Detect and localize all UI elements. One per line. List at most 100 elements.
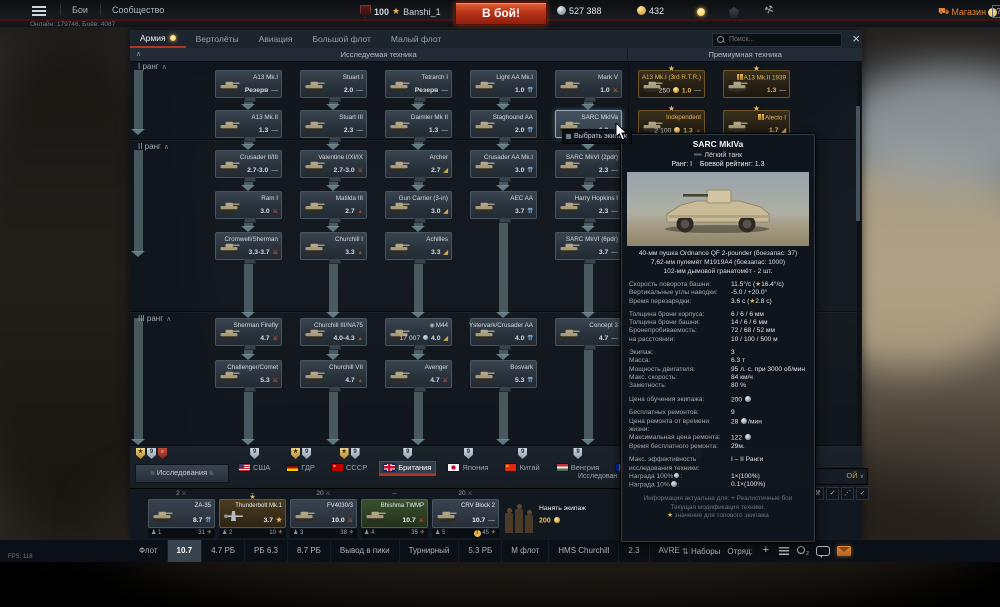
vehicle-cell-aec-aa[interactable]: AEC AA3.7 ⇈ xyxy=(470,191,537,219)
search-input[interactable] xyxy=(727,35,837,44)
vehicle-cell-daimler-mk-ii[interactable]: Daimler Mk II1.3 — xyxy=(385,110,452,138)
slot-vehicle[interactable]: ZA-358.7 ⇈ xyxy=(148,499,215,528)
close-icon[interactable]: × xyxy=(852,31,860,46)
nation-tab-ussr[interactable]: ★9СССР xyxy=(327,446,372,489)
crew-slot-5[interactable]: 20 ⚔CRV Block 210.7 —♟ 5! 45 ⚜ xyxy=(432,489,499,539)
collapse-chevron-icon[interactable]: ∧ xyxy=(166,316,171,323)
collapse-chevron-icon[interactable]: ∧ xyxy=(136,48,141,61)
nation-tab-uk[interactable]: 9Британия xyxy=(379,446,436,489)
menu-item-battles[interactable]: Бои xyxy=(72,5,88,15)
help-button[interactable]: ? xyxy=(992,5,1000,18)
player-info[interactable]: 100 ★ Banshi_1 xyxy=(360,5,441,18)
slot-vehicle[interactable]: Thunderbolt Mk.13.7 ★ xyxy=(219,499,286,528)
crew-slot-2[interactable]: –★Thunderbolt Mk.13.7 ★♟ 210 ⚜ xyxy=(219,489,286,539)
vehicle-cell-m44[interactable]: ◉M4417 007 4.0 ◢ xyxy=(385,318,452,346)
contacts-icon[interactable] xyxy=(796,546,809,556)
nation-tab-usa[interactable]: 9США xyxy=(234,446,275,489)
vehicle-cell-churchill-iii-na75[interactable]: Churchill III/NA754.0-4.3 ▲ xyxy=(300,318,367,346)
preset-4[interactable]: РБ 6.3 xyxy=(245,540,288,562)
vehicle-cell-ystervark-crusader-aa[interactable]: Ystervark/Crusader AA4.0 ⇈ xyxy=(470,318,537,346)
vehicle-cell-valentine-i-xi-ix[interactable]: Valentine I/XI/IX2.7-3.0 ⚔ xyxy=(300,150,367,178)
vehicle-cell-churchill-i[interactable]: Churchill I3.3 ▲ xyxy=(300,232,367,260)
slot-vehicle[interactable]: FV4030/310.0 ⚔ xyxy=(290,499,357,528)
squad-add-button[interactable]: + xyxy=(760,545,772,557)
preset-2[interactable]: 10.7 xyxy=(168,540,203,562)
collapse-chevron-icon[interactable]: ∧ xyxy=(162,64,167,71)
tab-Малый флот[interactable]: Малый флот xyxy=(381,30,451,48)
tab-Авиация[interactable]: Авиация xyxy=(249,30,303,48)
tab-Вертолёты[interactable]: Вертолёты xyxy=(186,30,249,48)
vehicle-cell-bosvark[interactable]: Bosvark5.3 ⇈ xyxy=(470,360,537,388)
vehicle-cell-sarc-mkvi-2pdr-[interactable]: SARC MkVI (2pdr)2.3 — xyxy=(555,150,622,178)
silver-lions-balance[interactable]: 527 388 xyxy=(557,6,602,16)
vehicle-cell-a13-mk-ii[interactable]: A13 Mk.II1.3 — xyxy=(215,110,282,138)
achievement-icon[interactable] xyxy=(729,7,739,18)
to-battle-button[interactable]: В бой! xyxy=(455,2,547,25)
vehicle-cell-gun-carrier-3-in-[interactable]: Gun Carrier (3-in)3.0 ◢ xyxy=(385,191,452,219)
vehicle-cell-a13-mk-i[interactable]: A13 Mk.IРезерв — xyxy=(215,70,282,98)
game-mode-dropdown[interactable]: ОЙ∨ xyxy=(810,468,868,485)
shop-button[interactable]: ⛟ Магазин ! xyxy=(938,6,997,18)
vehicle-cell-harry-hopkins-i[interactable]: Harry Hopkins I2.3 — xyxy=(555,191,622,219)
wrench-icon[interactable]: ⚒ xyxy=(763,4,775,17)
vehicle-cell-churchill-vii[interactable]: Churchill VII4.7 ▲ xyxy=(300,360,367,388)
vehicle-cell-archer[interactable]: Archer2.7 ◢ xyxy=(385,150,452,178)
vehicle-cell-avenger[interactable]: Avenger4.7 ⚔ xyxy=(385,360,452,388)
vehicle-cell-matilda-iii[interactable]: Matilda III2.7 ▲ xyxy=(300,191,367,219)
vehicle-cell-achilles[interactable]: Achilles3.3 ◢ xyxy=(385,232,452,260)
research-view-button[interactable]: ≋ Исследования ≋ xyxy=(135,464,229,483)
auto-repair-check[interactable]: ✓ xyxy=(826,487,839,500)
vehicle-cell-cromwell-sherman[interactable]: Cromwell/Sherman3.3-3.7 ⚔ xyxy=(215,232,282,260)
scrollbar-track[interactable] xyxy=(857,61,861,445)
preset-1[interactable]: Флот xyxy=(130,540,168,562)
scrollbar-thumb[interactable] xyxy=(856,106,860,221)
hire-crew-button[interactable]: Нанять экипаж 200 xyxy=(503,497,613,537)
auto-ammo-icon[interactable]: ⋰ xyxy=(841,487,854,500)
crew-slot-4[interactable]: –Bhishma TWMP10.7 ⚔♟ 435 ⚜ xyxy=(361,489,428,539)
vehicle-cell-sherman-firefly[interactable]: Sherman Firefly4.7 ⚔ xyxy=(215,318,282,346)
nation-tab-japan[interactable]: 9Япония xyxy=(443,446,493,489)
auto-ammo-check[interactable]: ✓ xyxy=(856,487,869,500)
tab-Армия[interactable]: Армия xyxy=(130,30,186,48)
vehicle-cell-staghound-aa[interactable]: Staghound AA2.0 ⇈ xyxy=(470,110,537,138)
vehicle-cell-ram-i[interactable]: Ram I3.0 ⚔ xyxy=(215,191,282,219)
vehicle-cell-sarc-mkvi-6pdr-[interactable]: SARC MkVI (6pdr)3.7 — xyxy=(555,232,622,260)
hint-bulb-icon[interactable] xyxy=(697,8,705,16)
vehicle-cell-crusader-ii-iii[interactable]: Crusader II/III2.7-3.0 — xyxy=(215,150,282,178)
vehicle-cell-crusader-aa-mk-i[interactable]: Crusader AA Mk.I3.0 ⇈ xyxy=(470,150,537,178)
vehicle-cell-a13-mk-i-3rd-r-t-r-[interactable]: A13 Mk.I (3rd R.T.R.)250 1.0 —★ xyxy=(638,70,705,98)
preset-7[interactable]: Турнирный xyxy=(400,540,460,562)
golden-eagles-balance[interactable]: 432 xyxy=(637,6,664,16)
crew-slot-3[interactable]: 20 ⚔FV4030/310.0 ⚔♟ 338 ⚜ xyxy=(290,489,357,539)
preset-11[interactable]: 2.3 xyxy=(619,540,649,562)
search-box[interactable] xyxy=(712,33,842,47)
preset-9[interactable]: М флот xyxy=(502,540,549,562)
chat-icon[interactable] xyxy=(816,546,830,556)
vehicle-cell-challenger-comet[interactable]: Challenger/Comet5.3 ⚔ xyxy=(215,360,282,388)
vehicle-cell-a13-mk-ii-1939[interactable]: A13 Mk.II 19391.3 —★ xyxy=(723,70,790,98)
preset-10[interactable]: HMS Churchill xyxy=(549,540,619,562)
nation-tab-china[interactable]: 9Китай xyxy=(500,446,544,489)
nation-tab-gdr[interactable]: ★9ГДР xyxy=(282,446,320,489)
collapse-chevron-icon[interactable]: ∧ xyxy=(164,144,169,151)
preset-6[interactable]: Вывод в пики xyxy=(331,540,400,562)
crew-slot-1[interactable]: 2 ⚔ZA-358.7 ⇈♟ 131 ⚜ xyxy=(148,489,215,539)
vehicle-cell-concept-3[interactable]: Concept 34.7 — xyxy=(555,318,622,346)
preset-8[interactable]: 5.3 РБ xyxy=(459,540,502,562)
vehicle-cell-tetrarch-i[interactable]: Tetrarch IРезерв — xyxy=(385,70,452,98)
nation-tab-hungary[interactable]: 9Венгрия xyxy=(552,446,604,489)
preset-3[interactable]: 4.7 РБ xyxy=(202,540,245,562)
vehicle-cell-stuart-i[interactable]: Stuart I2.0 — xyxy=(300,70,367,98)
vehicle-cell-stuart-iii[interactable]: Stuart III2.3 — xyxy=(300,110,367,138)
mail-icon[interactable] xyxy=(837,546,851,556)
slot-vehicle[interactable]: Bhishma TWMP10.7 ⚔ xyxy=(361,499,428,528)
list-icon[interactable] xyxy=(779,547,789,555)
slot-vehicle[interactable]: CRV Block 210.7 — xyxy=(432,499,499,528)
presets-button[interactable]: ⇅ Наборы xyxy=(682,547,720,556)
vehicle-cell-mark-v[interactable]: Mark V1.0 ⚔ xyxy=(555,70,622,98)
menu-icon[interactable] xyxy=(32,6,46,16)
menu-item-community[interactable]: Сообщество xyxy=(112,5,164,15)
vehicle-cell-light-aa-mk-i[interactable]: Light AA Mk.I1.0 ⇈ xyxy=(470,70,537,98)
tab-Большой флот[interactable]: Большой флот xyxy=(302,30,380,48)
preset-5[interactable]: 8.7 РБ xyxy=(288,540,331,562)
